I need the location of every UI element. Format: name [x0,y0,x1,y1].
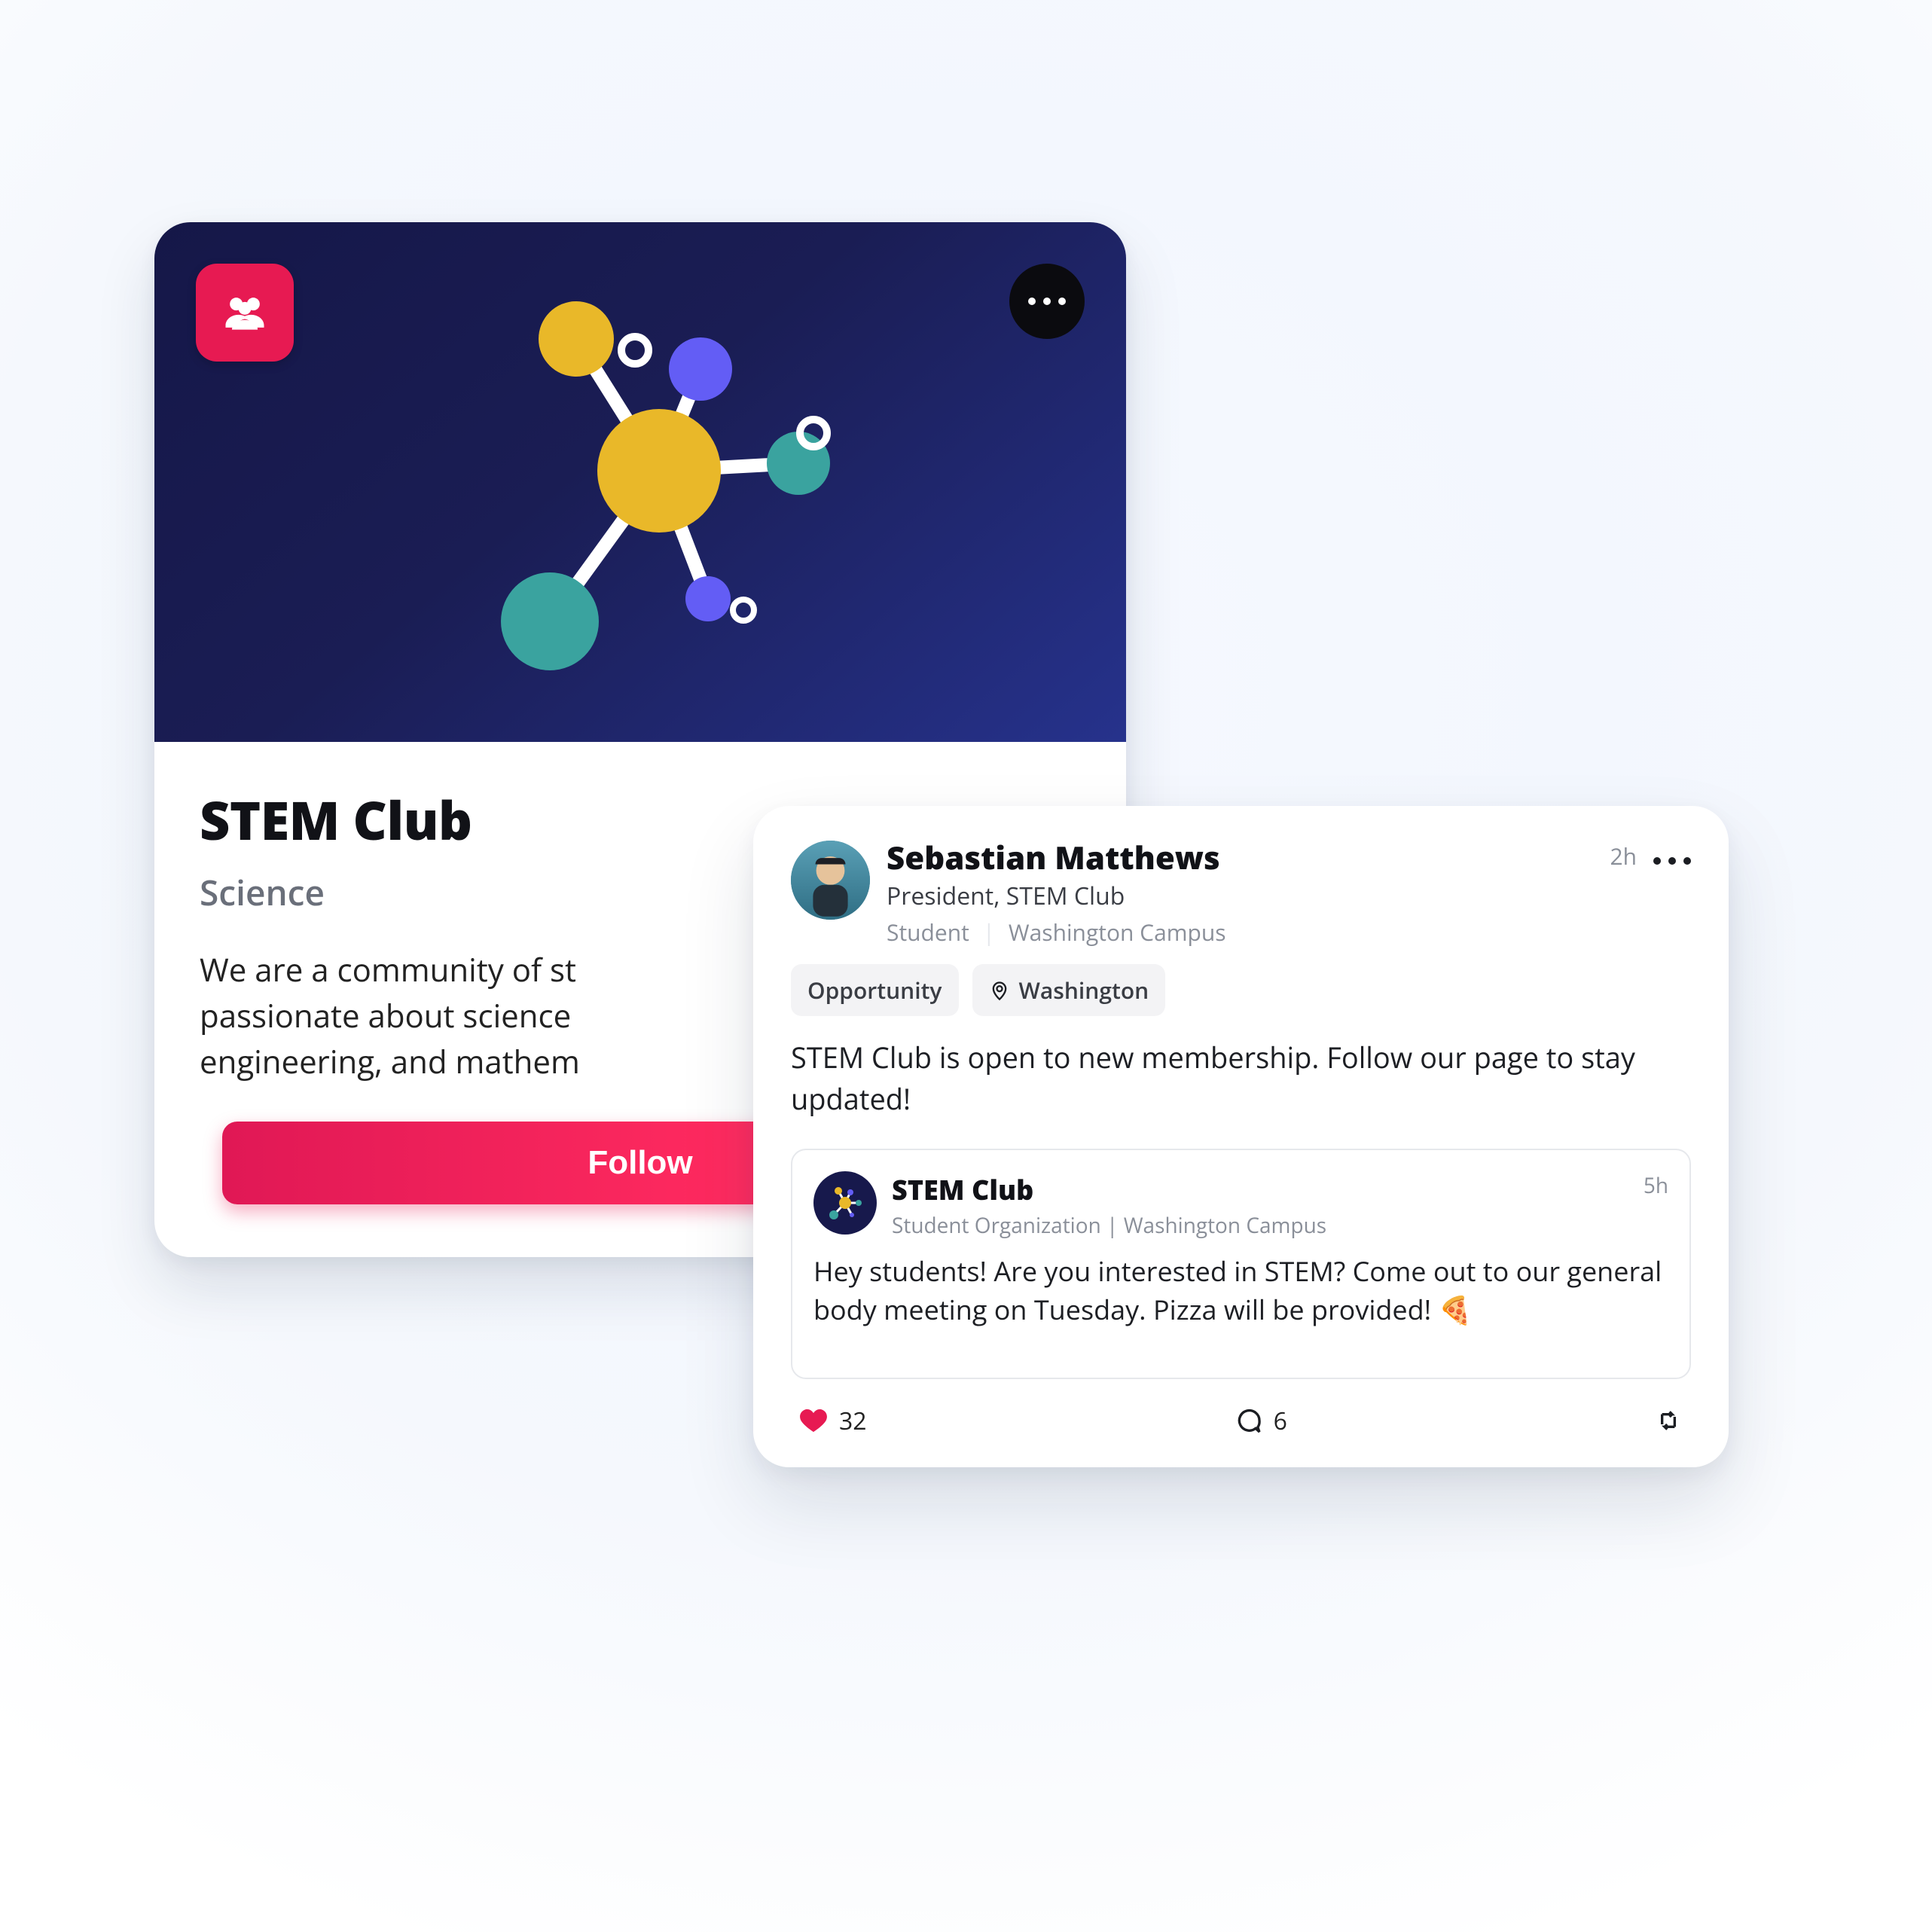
repost-icon [1653,1406,1683,1436]
quoted-name: STEM Club [892,1171,1628,1208]
quoted-subtitle-left: Student Organization [892,1211,1101,1240]
molecule-illustration [154,222,1126,742]
like-button[interactable]: 32 [798,1405,867,1437]
post-time: 2h [1610,841,1637,871]
chip-label: Washington [1019,975,1149,1006]
comment-button[interactable]: 6 [1233,1405,1287,1437]
author-title: President, STEM Club [887,880,1593,912]
author-role: Student [887,917,969,948]
heart-icon [798,1406,829,1436]
quoted-subtitle: Student Organization | Washington Campus [892,1211,1628,1240]
meta-separator: | [975,917,1003,948]
comment-icon [1233,1406,1263,1436]
author-location: Washington Campus [1009,917,1226,948]
quoted-avatar [813,1171,877,1235]
pin-icon [989,980,1010,1001]
quoted-who: STEM Club Student Organization | Washing… [892,1171,1628,1240]
more-icon [1653,857,1691,865]
post-right: 2h [1610,841,1691,871]
quoted-body: Hey students! Are you interested in STEM… [813,1252,1668,1329]
post-who: Sebastian Matthews President, STEM Club … [887,841,1593,948]
author-name[interactable]: Sebastian Matthews [887,841,1593,875]
post-header: Sebastian Matthews President, STEM Club … [791,841,1691,948]
quoted-post-header: STEM Club Student Organization | Washing… [813,1171,1668,1240]
meta-separator: | [1106,1211,1124,1240]
chip-location[interactable]: Washington [972,964,1166,1016]
post-actions: 32 6 [791,1400,1691,1437]
comment-count: 6 [1274,1405,1287,1437]
feed-post-card: Sebastian Matthews President, STEM Club … [753,806,1729,1467]
club-hero [154,222,1126,742]
chip-label: Opportunity [807,975,942,1006]
like-count: 32 [839,1405,867,1437]
post-more-button[interactable] [1653,841,1691,871]
chip-opportunity[interactable]: Opportunity [791,964,959,1016]
quoted-subtitle-right: Washington Campus [1124,1211,1326,1240]
quoted-time: 5h [1644,1171,1668,1200]
post-body: STEM Club is open to new membership. Fol… [791,1037,1691,1120]
stage: STEM Club Science We are a community of … [0,0,1932,1932]
author-avatar[interactable] [791,841,870,920]
chips: Opportunity Washington [791,964,1691,1016]
author-meta: Student | Washington Campus [887,917,1593,948]
quoted-post-card[interactable]: STEM Club Student Organization | Washing… [791,1149,1691,1378]
repost-button[interactable] [1653,1406,1683,1436]
